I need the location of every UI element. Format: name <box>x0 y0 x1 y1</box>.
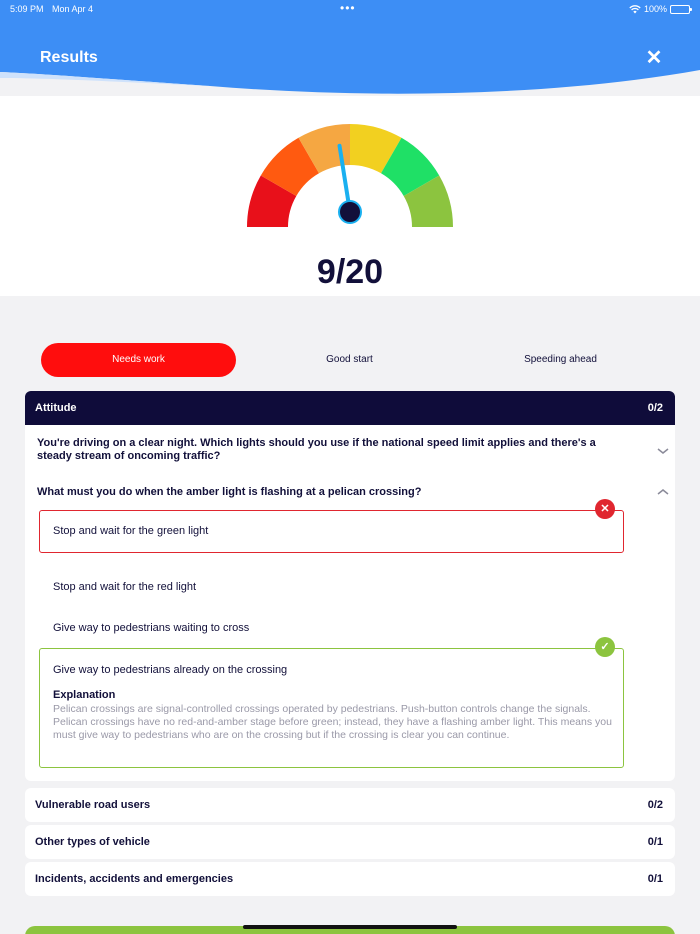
section-title: Vulnerable road users <box>35 799 151 811</box>
wifi-icon <box>629 4 641 13</box>
section-card-vulnerable-road-users[interactable]: Vulnerable road users 0/2 <box>25 788 675 822</box>
section-title: Other types of vehicle <box>35 836 150 848</box>
home-indicator <box>243 925 457 929</box>
section-title: Attitude <box>35 402 77 414</box>
section-title: Incidents, accidents and emergencies <box>35 873 234 885</box>
section-score: 0/1 <box>647 873 663 885</box>
chevron-up-icon[interactable] <box>656 487 670 497</box>
page-title: Results <box>40 49 98 66</box>
incorrect-icon: ✕ <box>595 499 615 519</box>
status-right: 100% <box>629 4 692 14</box>
answer-option-3: Give way to pedestrians waiting to cross <box>53 622 250 634</box>
section-header-attitude[interactable]: Attitude 0/2 <box>25 391 675 425</box>
battery-percent: 100% <box>643 4 667 14</box>
tab-good-start[interactable]: Good start <box>252 343 447 377</box>
tab-speeding-ahead[interactable]: Speeding ahead <box>463 343 658 377</box>
question-1[interactable]: You're driving on a clear night. Which l… <box>37 437 617 463</box>
section-score: 0/1 <box>647 836 663 848</box>
multitask-dots[interactable]: ••• <box>340 1 356 15</box>
section-card-other-vehicles[interactable]: Other types of vehicle 0/1 <box>25 825 675 859</box>
status-date: Mon Apr 4 <box>52 4 94 14</box>
answer-option-1: Stop and wait for the green light <box>53 525 209 537</box>
explanation-title: Explanation <box>53 689 116 701</box>
score-gauge <box>247 124 453 227</box>
status-bar: 5:09 PM Mon Apr 4 ••• 100% <box>0 1 700 18</box>
question-2[interactable]: What must you do when the amber light is… <box>37 486 617 499</box>
section-score: 0/2 <box>647 402 663 414</box>
tab-needs-work[interactable]: Needs work <box>41 343 236 377</box>
score-gauge-panel: 9/20 <box>0 96 700 296</box>
close-icon[interactable]: ✕ <box>644 48 664 68</box>
chevron-down-icon[interactable] <box>656 446 670 456</box>
score-value: 9/20 <box>316 253 384 291</box>
battery-icon <box>670 4 692 14</box>
section-score: 0/2 <box>647 799 663 811</box>
check-icon: ✓ <box>595 637 615 657</box>
status-time: 5:09 PM <box>10 4 44 14</box>
section-card-incidents[interactable]: Incidents, accidents and emergencies 0/1 <box>25 862 675 896</box>
explanation-text: Pelican crossings are signal-controlled … <box>53 703 612 741</box>
answer-option-4: Give way to pedestrians already on the c… <box>53 664 288 676</box>
answer-option-2: Stop and wait for the red light <box>53 581 197 593</box>
result-tabs: Needs work Good start Speeding ahead <box>41 343 661 377</box>
results-header: 5:09 PM Mon Apr 4 ••• 100% Results ✕ <box>0 0 700 100</box>
